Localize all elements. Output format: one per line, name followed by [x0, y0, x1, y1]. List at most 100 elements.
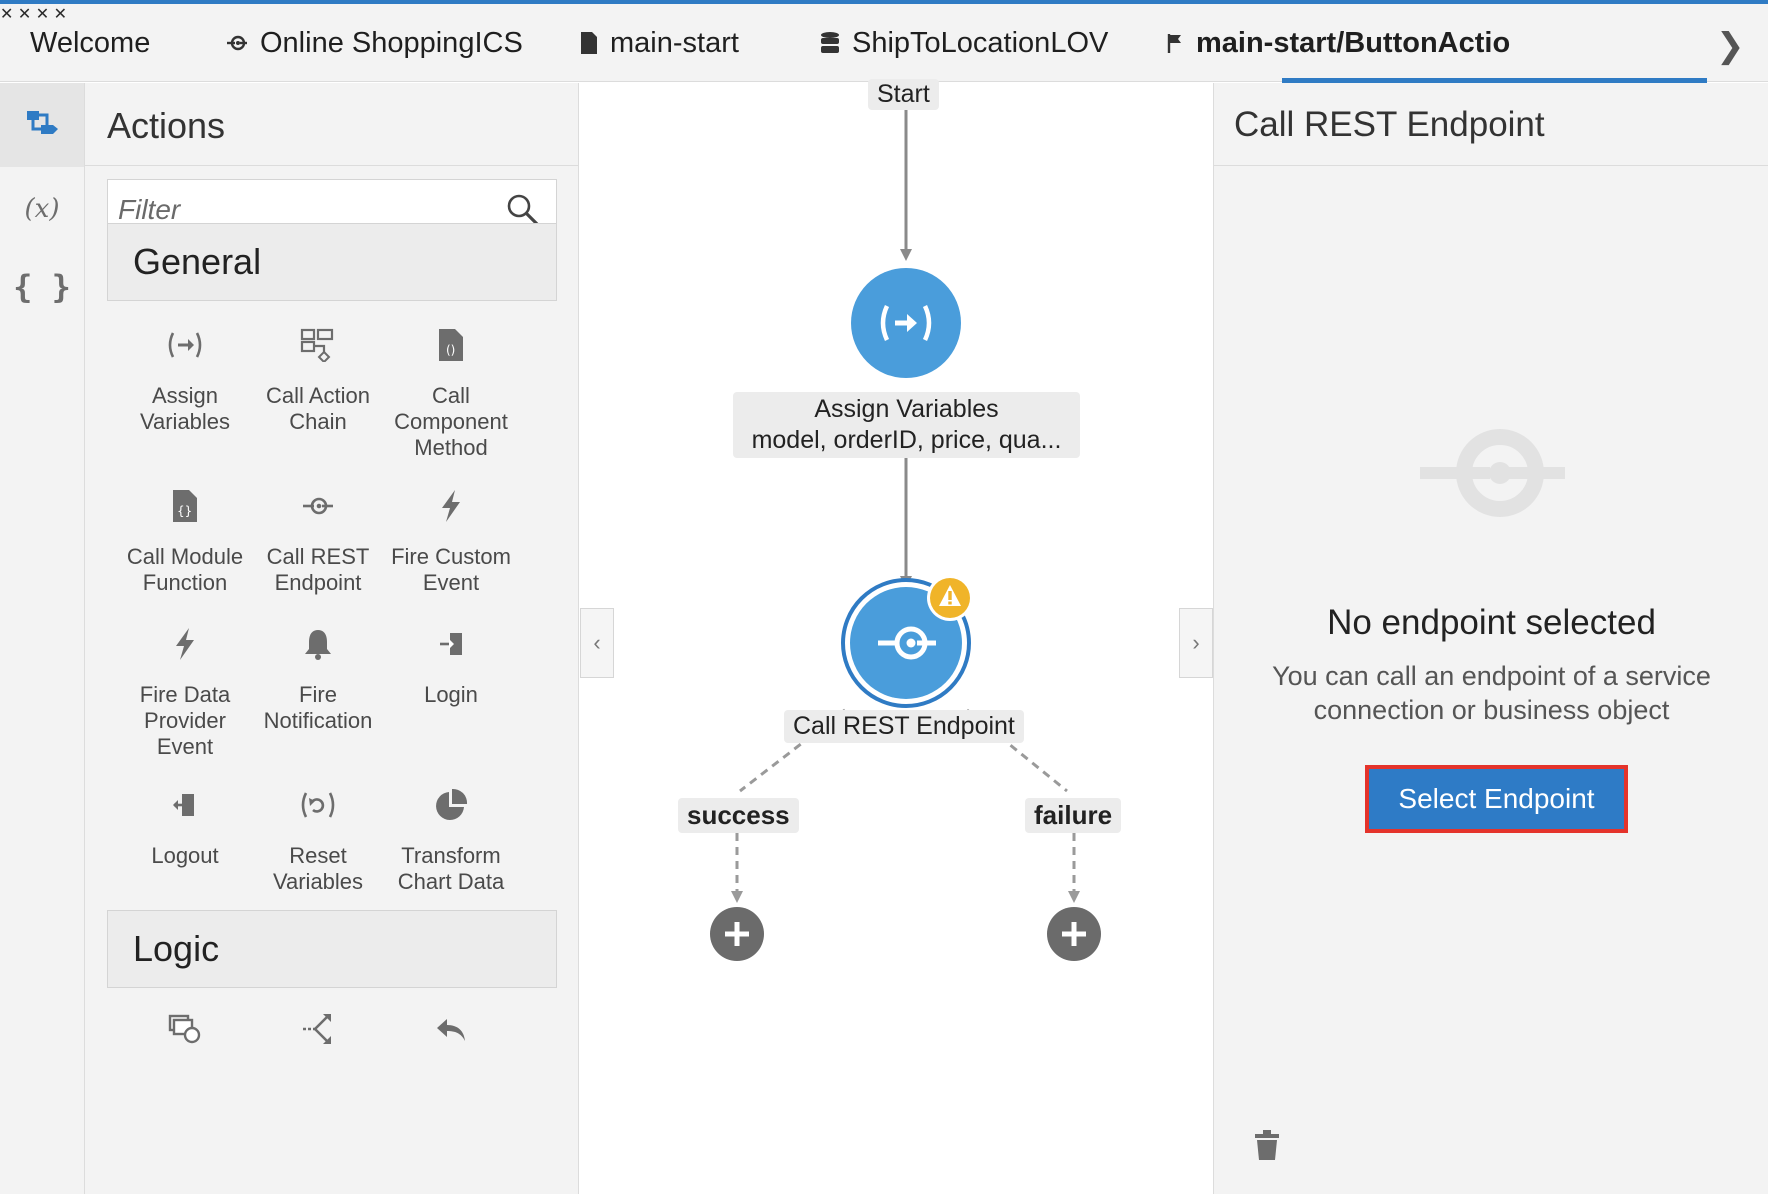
node-subtitle: model, orderID, price, qua...: [751, 426, 1062, 454]
category-logic-header[interactable]: Logic: [107, 910, 557, 988]
variables-icon: (x): [24, 194, 60, 224]
palette-item-logout[interactable]: Logout: [110, 781, 260, 869]
palette-title: Actions: [107, 105, 226, 146]
tab-label: Online ShoppingICS: [260, 26, 523, 59]
call-action-chain-icon: [300, 321, 336, 369]
return-icon: [435, 1005, 467, 1053]
palette-item-label: Logout: [151, 843, 219, 868]
page-icon: [580, 31, 598, 55]
palette-item-label: Fire Data Provider Event: [139, 682, 231, 759]
tab-welcome[interactable]: Welcome: [30, 4, 150, 82]
add-failure-action-button[interactable]: [1047, 907, 1101, 961]
palette-item-label: Call Component Method: [394, 383, 508, 460]
palette-item-call-component-method[interactable]: () Call Component Method: [376, 321, 526, 461]
palette-item-label: Fire Custom Event: [391, 544, 511, 595]
call-component-method-icon: (): [438, 321, 464, 369]
branch-success-label: success: [678, 798, 799, 833]
login-icon: [438, 620, 464, 668]
for-each-icon: [168, 1005, 202, 1053]
tab-online-shopping-ics[interactable]: Online ShoppingICS: [226, 4, 523, 82]
action-chain-canvas[interactable]: Start Assign Variables model, orderID, p…: [580, 79, 1213, 1194]
collapse-right-button[interactable]: ›: [1179, 608, 1213, 678]
reset-variables-icon: [298, 781, 338, 829]
lightning-icon: [439, 482, 463, 530]
tab-ship-to-location-lov[interactable]: ShipToLocationLOV: [820, 4, 1108, 82]
call-module-function-icon: {}: [172, 482, 198, 530]
tab-main-start[interactable]: main-start: [580, 4, 739, 82]
palette-item-call-module-function[interactable]: {} Call Module Function: [110, 482, 260, 596]
palette-item-label: Login: [424, 682, 478, 707]
palette-item-transform-chart-data[interactable]: Transform Chart Data: [376, 781, 526, 895]
service-connection-icon: [226, 32, 248, 54]
collapse-left-button[interactable]: ‹: [580, 608, 614, 678]
palette-item-label: Reset Variables: [272, 843, 364, 894]
assign-variables-node[interactable]: [851, 268, 961, 378]
call-rest-endpoint-label: Call REST Endpoint: [784, 710, 1024, 743]
assign-variables-label: Assign Variables model, orderID, price, …: [733, 392, 1080, 458]
svg-text:(): (): [446, 343, 455, 357]
palette-item-fire-custom-event[interactable]: Fire Custom Event: [376, 482, 526, 596]
palette-item-reset-variables[interactable]: Reset Variables: [243, 781, 393, 895]
tab-label: main-start: [610, 26, 739, 59]
properties-title: Call REST Endpoint: [1234, 105, 1545, 144]
empty-state-title: No endpoint selected: [1327, 603, 1656, 642]
close-icon[interactable]: ✕: [0, 6, 13, 23]
if-icon: [301, 1005, 335, 1053]
palette-item-label: Fire Notification: [263, 682, 373, 733]
category-general-header[interactable]: General: [107, 223, 557, 301]
palette-item-label: Transform Chart Data: [397, 843, 505, 894]
trash-icon[interactable]: [1254, 1129, 1280, 1166]
database-icon: [820, 31, 840, 55]
palette-item-label: Assign Variables: [139, 383, 231, 434]
logout-icon: [172, 781, 198, 829]
palette-item-assign-variables[interactable]: Assign Variables: [110, 321, 260, 435]
editor-tab-bar: Welcome ✕ Online ShoppingICS ✕ main-star…: [0, 4, 1768, 83]
action-chain-icon: [25, 108, 59, 143]
start-label: Start: [868, 79, 939, 110]
branch-failure-label: failure: [1025, 798, 1122, 833]
palette-item-label: Call Action Chain: [266, 383, 370, 434]
add-success-action-button[interactable]: [710, 907, 764, 961]
select-endpoint-button[interactable]: Select Endpoint: [1365, 765, 1628, 833]
json-strip-button[interactable]: { }: [0, 245, 84, 329]
endpoint-placeholder-icon: [1420, 423, 1565, 528]
call-rest-endpoint-icon: [301, 482, 335, 530]
palette-item-label: Call Module Function: [126, 544, 244, 595]
tab-label: Welcome: [30, 26, 151, 59]
node-title: Assign Variables: [814, 395, 999, 423]
divider: [1214, 165, 1768, 166]
properties-pane: Call REST Endpoint No endpoint selected …: [1213, 83, 1768, 1194]
chevron-right-icon: ›: [1192, 630, 1200, 655]
json-icon: { }: [13, 268, 71, 306]
plus-icon: [710, 907, 764, 961]
tab-label: main-start/ButtonActionC: [1196, 26, 1511, 59]
pie-chart-icon: [434, 781, 468, 829]
palette-item-call-rest-endpoint[interactable]: Call REST Endpoint: [243, 482, 393, 596]
tab-main-start-button-action[interactable]: main-start/ButtonActionC: [1166, 4, 1511, 82]
palette-item-call-action-chain[interactable]: Call Action Chain: [243, 321, 393, 435]
warning-icon[interactable]: [925, 573, 975, 623]
svg-text:{}: {}: [177, 504, 192, 518]
palette-item-if[interactable]: [243, 1005, 393, 1067]
variables-strip-button[interactable]: (x): [0, 167, 84, 251]
empty-state-description: You can call an endpoint of a service co…: [1272, 661, 1711, 725]
assign-variables-icon: [165, 321, 205, 369]
palette-item-fire-data-provider-event[interactable]: Fire Data Provider Event: [110, 620, 260, 760]
palette-item-login[interactable]: Login: [376, 620, 526, 708]
select-endpoint-label: Select Endpoint: [1369, 769, 1624, 829]
chevron-left-icon: ‹: [593, 630, 601, 655]
palette-item-fire-notification[interactable]: Fire Notification: [243, 620, 393, 734]
assign-variables-icon: [851, 268, 961, 378]
divider: [85, 165, 578, 166]
tab-label: ShipToLocationLOV: [852, 26, 1109, 59]
palette-item-return[interactable]: [376, 1005, 526, 1067]
action-chain-strip-button[interactable]: [0, 83, 84, 167]
palette-item-for-each[interactable]: [110, 1005, 260, 1067]
flag-icon: [1166, 32, 1184, 54]
bell-icon: [303, 620, 333, 668]
chevron-right-icon[interactable]: ❯: [1716, 26, 1745, 66]
navigator-strip: (x) { }: [0, 83, 85, 1194]
palette-item-label: Call REST Endpoint: [266, 544, 370, 595]
plus-icon: [1047, 907, 1101, 961]
lightning-icon: [173, 620, 197, 668]
